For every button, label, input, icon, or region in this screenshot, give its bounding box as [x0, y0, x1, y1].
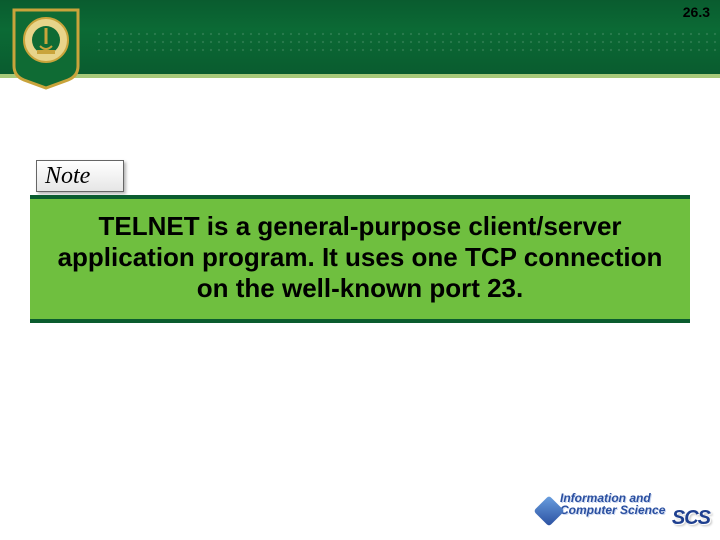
footer-dept-logo: Information and Computer Science SCS	[560, 492, 710, 532]
header-band	[0, 0, 720, 78]
note-body-text: TELNET is a general-purpose client/serve…	[40, 211, 680, 305]
header-dots-pattern	[95, 30, 720, 54]
university-logo	[10, 6, 82, 90]
note-label: Note	[36, 160, 124, 192]
page-number: 26.3	[683, 4, 710, 20]
footer-badge: SCS	[672, 507, 710, 530]
note-box: TELNET is a general-purpose client/serve…	[30, 195, 690, 323]
